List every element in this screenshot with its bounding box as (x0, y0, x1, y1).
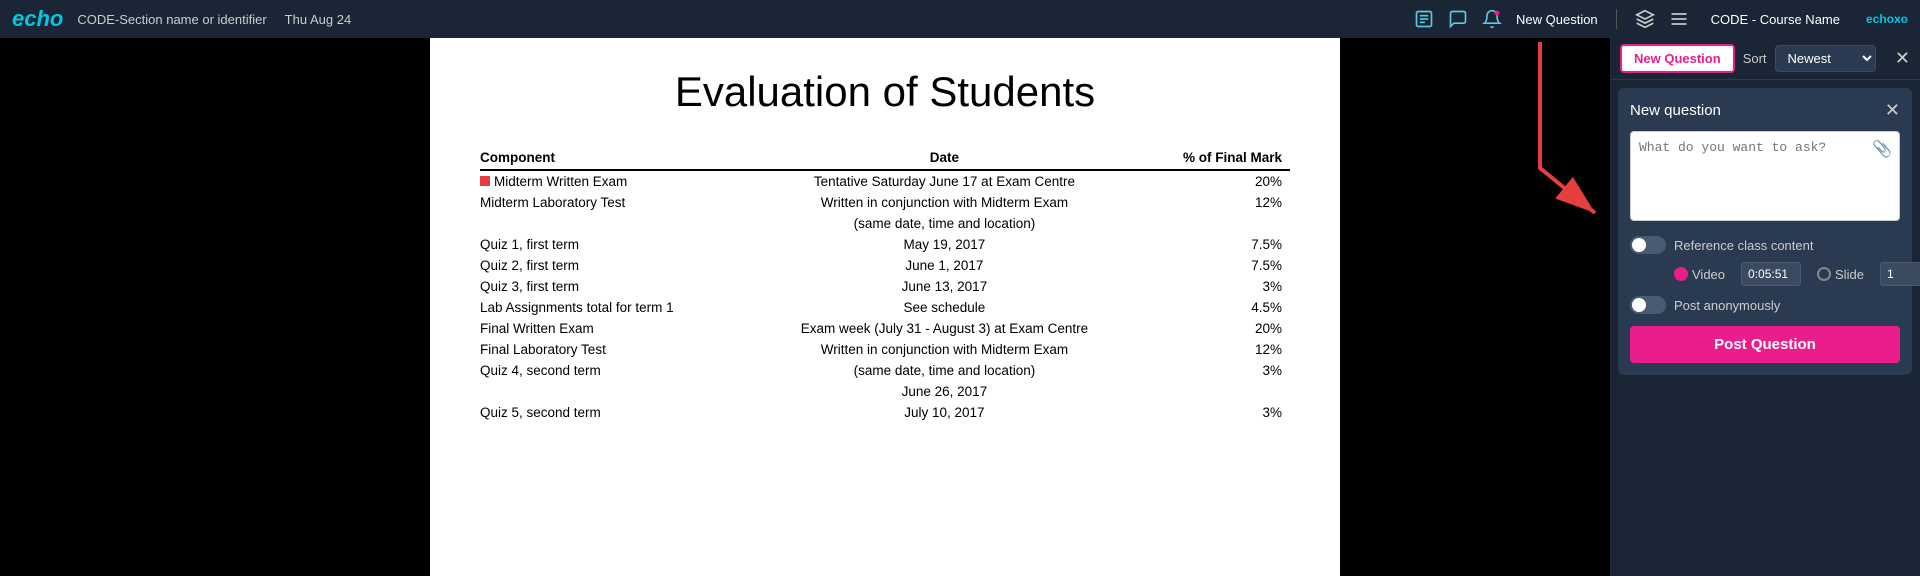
table-row: Quiz 1, first term May 19, 2017 7.5% (480, 234, 1290, 255)
reference-label: Reference class content (1674, 238, 1813, 253)
right-panel: New Question Sort Newest Oldest Most Lik… (1610, 38, 1920, 576)
sort-select[interactable]: Newest Oldest Most Liked (1775, 45, 1876, 72)
reference-toggle[interactable] (1630, 236, 1666, 254)
anon-row: Post anonymously (1630, 296, 1900, 314)
slide-radio[interactable] (1817, 267, 1831, 281)
table-row: Final Written Exam Exam week (July 31 - … (480, 318, 1290, 339)
table-row: Quiz 5, second term July 10, 2017 3% (480, 402, 1290, 423)
table-row: Lab Assignments total for term 1 See sch… (480, 297, 1290, 318)
echoxo-logo: echoxo (1866, 12, 1908, 26)
red-dot (480, 176, 490, 186)
table-row: (same date, time and location) (480, 213, 1290, 234)
slide-table: Component Date % of Final Mark Midterm W… (480, 146, 1290, 423)
section-name: CODE-Section name or identifier (77, 12, 266, 27)
chat-icon-btn[interactable] (1448, 9, 1468, 29)
logo: echo (12, 6, 63, 32)
anon-toggle[interactable] (1630, 296, 1666, 314)
new-question-title: New question (1630, 102, 1721, 119)
table-row: Quiz 3, first term June 13, 2017 3% (480, 276, 1290, 297)
list-icon-btn[interactable] (1669, 9, 1689, 29)
post-question-btn[interactable]: Post Question (1630, 326, 1900, 363)
notification-icon-btn[interactable] (1482, 9, 1502, 29)
table-row: Quiz 4, second term (same date, time and… (480, 360, 1290, 381)
topbar: echo CODE-Section name or identifier Thu… (0, 0, 1920, 38)
table-row: Final Laboratory Test Written in conjunc… (480, 339, 1290, 360)
course-name: CODE - Course Name (1711, 12, 1840, 27)
main-layout: Evaluation of Students Component Date % … (0, 38, 1920, 576)
new-question-panel: New question ✕ 📎 Reference class content… (1618, 88, 1912, 375)
new-question-close-btn[interactable]: ✕ (1885, 100, 1900, 121)
attachment-icon: 📎 (1872, 139, 1892, 159)
video-option[interactable]: Video (1674, 267, 1725, 282)
date: Thu Aug 24 (285, 12, 352, 27)
divider (1616, 9, 1617, 29)
col-date: Date (750, 146, 1146, 170)
table-row: June 26, 2017 (480, 381, 1290, 402)
new-question-header: New question ✕ (1630, 100, 1900, 121)
table-row: Quiz 2, first term June 1, 2017 7.5% (480, 255, 1290, 276)
video-radio[interactable] (1674, 267, 1688, 281)
table-row: Midterm Written Exam Tentative Saturday … (480, 170, 1290, 192)
col-final-mark: % of Final Mark (1146, 146, 1290, 170)
table-row: Midterm Laboratory Test Written in conju… (480, 192, 1290, 213)
slide-num-input[interactable] (1880, 262, 1920, 286)
slide-option[interactable]: Slide (1817, 267, 1864, 282)
toggle-knob (1632, 238, 1646, 252)
document-icon-btn[interactable] (1414, 9, 1434, 29)
slide-container: Evaluation of Students Component Date % … (430, 38, 1340, 576)
topbar-new-question-btn[interactable]: New Question (1516, 12, 1598, 27)
slide-title: Evaluation of Students (480, 68, 1290, 116)
col-component: Component (480, 146, 750, 170)
radio-row: Video Slide (1674, 262, 1900, 286)
logo-text: echo (12, 6, 63, 32)
anon-label: Post anonymously (1674, 298, 1780, 313)
topbar-icons: New Question CODE - Course Name echoxo (1414, 9, 1908, 29)
slide-area: Evaluation of Students Component Date % … (0, 38, 1610, 576)
video-time-input[interactable] (1741, 262, 1801, 286)
panel-topbar: New Question Sort Newest Oldest Most Lik… (1610, 38, 1920, 80)
reference-row: Reference class content (1630, 236, 1900, 254)
anon-toggle-knob (1632, 298, 1646, 312)
panel-new-question-btn[interactable]: New Question (1620, 44, 1735, 73)
question-textarea[interactable] (1630, 131, 1900, 221)
sort-label: Sort (1743, 51, 1767, 66)
video-label: Video (1692, 267, 1725, 282)
panel-close-btn[interactable]: ✕ (1895, 48, 1910, 69)
slide-label: Slide (1835, 267, 1864, 282)
layers-icon-btn[interactable] (1635, 9, 1655, 29)
textarea-wrapper: 📎 (1630, 131, 1900, 226)
